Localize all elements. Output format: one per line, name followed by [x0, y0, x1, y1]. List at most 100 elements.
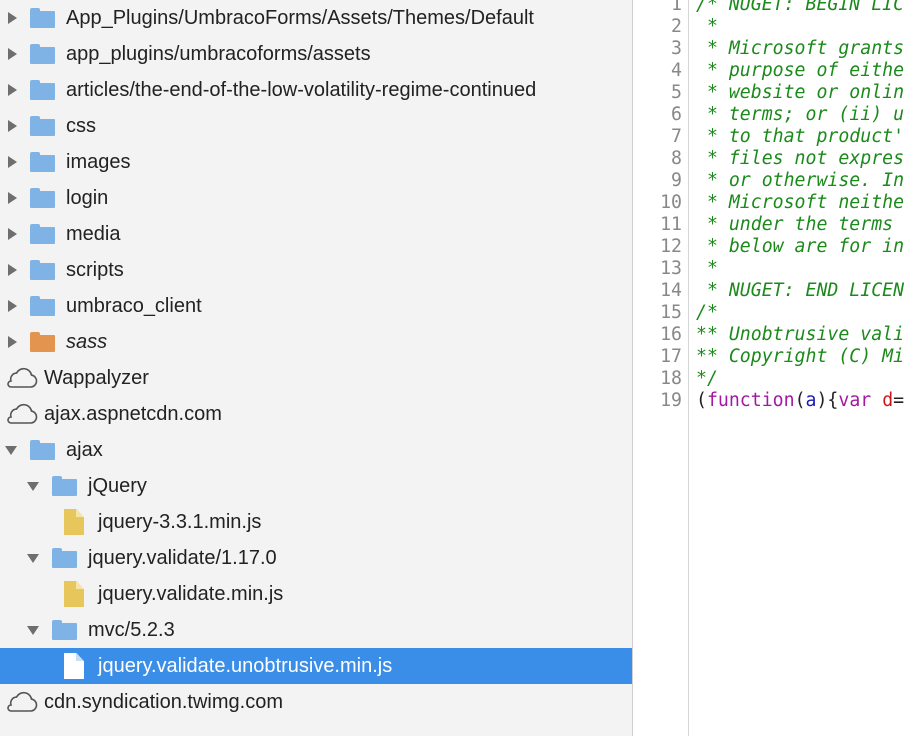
- disclosure-collapsed-icon[interactable]: [8, 120, 17, 132]
- disclosure-collapsed-icon[interactable]: [8, 156, 17, 168]
- tree-item-label: App_Plugins/UmbracoForms/Assets/Themes/D…: [66, 6, 534, 29]
- disclosure-collapsed-icon[interactable]: [8, 12, 17, 24]
- file-icon: [64, 653, 84, 679]
- folder-icon: [52, 476, 77, 496]
- file-tree-panel: App_Plugins/UmbracoForms/Assets/Themes/D…: [0, 0, 632, 736]
- cloud-icon: [7, 403, 38, 424]
- code-token: * files not expres: [696, 148, 905, 169]
- disclosure-expanded-icon[interactable]: [5, 445, 17, 455]
- folder-icon: [30, 80, 55, 100]
- line-number: 4: [671, 60, 682, 81]
- disclosure-collapsed-icon[interactable]: [8, 84, 17, 96]
- line-number: 16: [660, 324, 682, 345]
- line-number: 2: [671, 16, 682, 37]
- line-number: 10: [660, 192, 682, 213]
- code-token: * or otherwise. In: [696, 170, 905, 191]
- tree-item-folder[interactable]: ajax: [0, 432, 632, 468]
- disclosure-collapsed-icon[interactable]: [8, 336, 17, 348]
- tree-item-file[interactable]: jquery.validate.min.js: [0, 576, 632, 612]
- folder-icon: [30, 44, 55, 64]
- code-token: * purpose of eithe: [696, 60, 905, 81]
- code-token: =: [893, 390, 905, 411]
- tree-item-folder[interactable]: App_Plugins/UmbracoForms/Assets/Themes/D…: [0, 0, 632, 36]
- tree-item-folder[interactable]: articles/the-end-of-the-low-volatility-r…: [0, 72, 632, 108]
- code-token: * website or onlin: [696, 82, 905, 103]
- line-number: 15: [660, 302, 682, 323]
- code-token: * under the terms: [696, 214, 905, 235]
- tree-item-folder[interactable]: login: [0, 180, 632, 216]
- tree-item-folder[interactable]: umbraco_client: [0, 288, 632, 324]
- disclosure-collapsed-icon[interactable]: [8, 192, 17, 204]
- code-line: * below are for in: [696, 236, 904, 258]
- line-number: 18: [660, 368, 682, 389]
- disclosure-collapsed-icon[interactable]: [8, 300, 17, 312]
- code-line: */: [696, 368, 718, 390]
- tree-item-folder[interactable]: scripts: [0, 252, 632, 288]
- line-number: 1: [671, 0, 682, 15]
- tree-item-domain[interactable]: Wappalyzer: [0, 360, 632, 396]
- tree-item-folder[interactable]: css: [0, 108, 632, 144]
- code-line: * Microsoft neithe: [696, 192, 904, 214]
- folder-icon: [30, 296, 55, 316]
- tree-item-domain[interactable]: cdn.syndication.twimg.com: [0, 684, 632, 720]
- tree-item-label: login: [66, 186, 109, 209]
- code-line: * NUGET: END LICEN: [696, 280, 904, 302]
- folder-icon: [30, 116, 55, 136]
- tree-item-folder[interactable]: sass: [0, 324, 632, 360]
- tree-item-file[interactable]: jquery-3.3.1.min.js: [0, 504, 632, 540]
- code-token: * Microsoft neithe: [696, 192, 905, 213]
- code-line: * to that product': [696, 126, 904, 148]
- disclosure-collapsed-icon[interactable]: [8, 48, 17, 60]
- tree-item-label: jQuery: [88, 474, 147, 497]
- line-number: 6: [671, 104, 682, 125]
- tree-item-label: jquery.validate/1.17.0: [88, 546, 277, 569]
- tree-item-label: app_plugins/umbracoforms/assets: [66, 42, 371, 65]
- tree-item-folder[interactable]: jquery.validate/1.17.0: [0, 540, 632, 576]
- code-token: ** Unobtrusive vali: [696, 324, 905, 345]
- tree-item-folder[interactable]: mvc/5.2.3: [0, 612, 632, 648]
- code-token: *: [696, 258, 718, 279]
- line-number: 19: [660, 390, 682, 411]
- tree-item-folder[interactable]: app_plugins/umbracoforms/assets: [0, 36, 632, 72]
- code-line: /* NUGET: BEGIN LIC: [696, 0, 904, 16]
- tree-item-file[interactable]: jquery.validate.unobtrusive.min.js: [0, 648, 632, 684]
- code-token: * below are for in: [696, 236, 905, 257]
- code-line: ** Unobtrusive vali: [696, 324, 904, 346]
- folder-icon: [52, 620, 77, 640]
- code-token: var: [838, 390, 872, 411]
- line-number-gutter: 1 2 3 4 5 6 7 8 9 10 11 12 13 14 15 16 17 18 19: [633, 0, 689, 736]
- disclosure-expanded-icon[interactable]: [27, 625, 39, 635]
- code-token: a: [805, 390, 817, 411]
- tree-item-folder[interactable]: media: [0, 216, 632, 252]
- tree-item-folder[interactable]: jQuery: [0, 468, 632, 504]
- line-number: 8: [671, 148, 682, 169]
- disclosure-expanded-icon[interactable]: [27, 481, 39, 491]
- code-token: function: [706, 390, 795, 411]
- folder-icon: [30, 260, 55, 280]
- line-number: 9: [671, 170, 682, 191]
- file-icon: [64, 581, 84, 607]
- code-line: * Microsoft grants: [696, 38, 904, 60]
- code-token: * NUGET: END LICEN: [696, 280, 905, 301]
- code-token: ){: [816, 390, 839, 411]
- tree-item-label: mvc/5.2.3: [88, 618, 175, 641]
- line-number: 5: [671, 82, 682, 103]
- tree-item-domain[interactable]: ajax.aspnetcdn.com: [0, 396, 632, 432]
- disclosure-collapsed-icon[interactable]: [8, 264, 17, 276]
- line-number: 13: [660, 258, 682, 279]
- disclosure-collapsed-icon[interactable]: [8, 228, 17, 240]
- tree-item-label: articles/the-end-of-the-low-volatility-r…: [66, 78, 537, 101]
- code-token: *: [696, 16, 718, 37]
- tree-item-label: scripts: [66, 258, 124, 281]
- folder-icon: [30, 8, 55, 28]
- code-line: /*: [696, 302, 718, 324]
- code-editor[interactable]: 1 2 3 4 5 6 7 8 9 10 11 12 13 14 15 16 17 18 19 /* NUGET: …: [633, 0, 924, 736]
- code-token: ** Copyright (C) Mi: [696, 346, 905, 367]
- disclosure-expanded-icon[interactable]: [27, 553, 39, 563]
- tree-item-folder[interactable]: images: [0, 144, 632, 180]
- tree-item-label: umbraco_client: [66, 294, 202, 317]
- cloud-icon: [7, 367, 38, 388]
- code-token: /*: [696, 302, 718, 323]
- code-token: (: [794, 390, 806, 411]
